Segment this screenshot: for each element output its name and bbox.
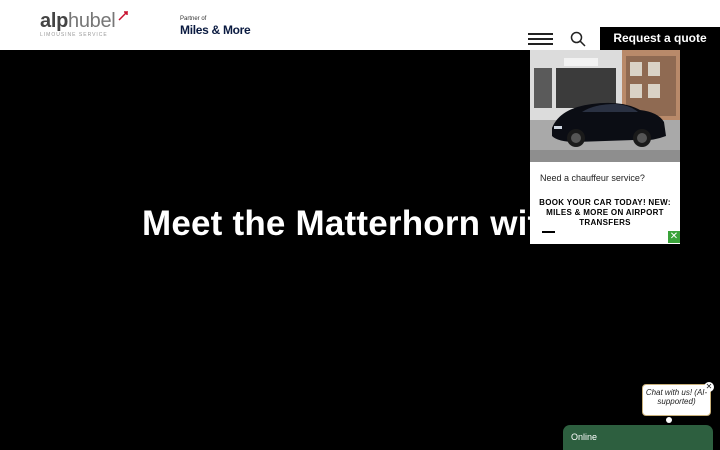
logo-mark-icon — [118, 11, 128, 21]
search-icon[interactable] — [570, 31, 586, 47]
logo-text-second: hubel — [68, 10, 116, 32]
chat-invite-bubble[interactable]: Chat with us! (AI-supported) — [642, 384, 711, 416]
alphubel-logo[interactable]: alphubel LIMOUSINE SERVICE — [40, 10, 135, 40]
partner-name: Miles & More — [180, 23, 251, 37]
promo-popup[interactable]: Need a chauffeur service? BOOK YOUR CAR … — [530, 50, 680, 244]
chat-launcher-bar[interactable]: Online — [563, 425, 713, 450]
logo-text-main: alp — [40, 10, 68, 32]
chat-status: Online — [571, 432, 598, 442]
hamburger-menu-icon[interactable] — [528, 33, 553, 45]
chat-pointer-dot — [666, 417, 672, 423]
partner-of-label: Partner of — [180, 16, 207, 22]
site-header: alphubel LIMOUSINE SERVICE Partner of Mi… — [0, 0, 720, 50]
hero-title: Meet the Matterhorn with — [142, 204, 561, 243]
promo-headline[interactable]: BOOK YOUR CAR TODAY! NEW: MILES & MORE O… — [538, 198, 672, 228]
logo-subtitle: LIMOUSINE SERVICE — [40, 32, 108, 38]
request-quote-button[interactable]: Request a quote — [600, 27, 720, 50]
close-icon[interactable]: ✕ — [704, 382, 714, 392]
close-icon[interactable]: ✕ — [668, 231, 680, 243]
promo-question: Need a chauffeur service? — [540, 173, 645, 183]
chat-invite-text: Chat with us! (AI-supported) — [645, 388, 708, 406]
car-photo — [530, 50, 680, 162]
promo-divider — [542, 231, 555, 233]
partner-logo[interactable]: Partner of Miles & More — [180, 15, 251, 37]
